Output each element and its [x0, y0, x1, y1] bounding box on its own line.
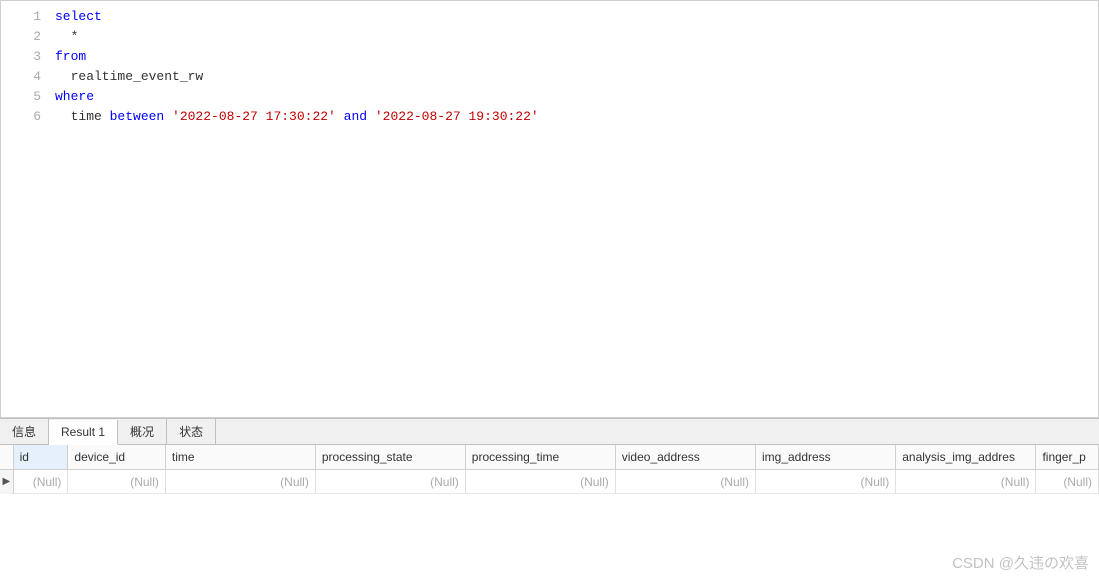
line-gutter: 123456 — [1, 1, 51, 417]
line-number: 4 — [1, 67, 41, 87]
tab-3[interactable]: 状态 — [167, 419, 216, 444]
cell[interactable]: (Null) — [896, 470, 1036, 494]
column-header-device_id[interactable]: device_id — [68, 445, 166, 469]
column-header-img_address[interactable]: img_address — [756, 445, 896, 469]
cell[interactable]: (Null) — [756, 470, 896, 494]
cell[interactable]: (Null) — [616, 470, 756, 494]
cell[interactable]: (Null) — [466, 470, 616, 494]
results-panel: 信息Result 1概况状态 iddevice_idtimeprocessing… — [0, 418, 1099, 581]
result-grid[interactable]: iddevice_idtimeprocessing_stateprocessin… — [0, 445, 1099, 581]
token-kw: where — [55, 89, 94, 104]
line-number: 5 — [1, 87, 41, 107]
column-header-video_address[interactable]: video_address — [616, 445, 756, 469]
token-str: '2022-08-27 17:30:22' — [172, 109, 336, 124]
line-number: 6 — [1, 107, 41, 127]
token-ident: realtime_event_rw — [55, 69, 203, 84]
token-star: * — [55, 29, 78, 44]
code-line[interactable]: from — [55, 47, 1098, 67]
row-indicator: ▶ — [0, 470, 14, 494]
grid-header-row: iddevice_idtimeprocessing_stateprocessin… — [0, 445, 1099, 470]
code-line[interactable]: select — [55, 7, 1098, 27]
cell[interactable]: (Null) — [68, 470, 166, 494]
code-line[interactable]: * — [55, 27, 1098, 47]
code-line[interactable]: time between '2022-08-27 17:30:22' and '… — [55, 107, 1098, 127]
header-corner — [0, 445, 14, 469]
cell[interactable]: (Null) — [166, 470, 316, 494]
line-number: 2 — [1, 27, 41, 47]
token-str: '2022-08-27 19:30:22' — [375, 109, 539, 124]
column-header-analysis_img_addres[interactable]: analysis_img_addres — [896, 445, 1036, 469]
column-header-time[interactable]: time — [166, 445, 316, 469]
tab-2[interactable]: 概况 — [118, 419, 167, 444]
code-area[interactable]: select * from realtime_event_rwwhere time… — [51, 1, 1098, 417]
column-header-finger_p[interactable]: finger_p — [1036, 445, 1099, 469]
line-number: 1 — [1, 7, 41, 27]
tab-1[interactable]: Result 1 — [49, 420, 118, 445]
line-number: 3 — [1, 47, 41, 67]
token-kw: and — [336, 109, 375, 124]
cell[interactable]: (Null) — [1036, 470, 1099, 494]
column-header-processing_state[interactable]: processing_state — [316, 445, 466, 469]
sql-editor[interactable]: 123456 select * from realtime_event_rwwhe… — [0, 0, 1099, 418]
result-tabs: 信息Result 1概况状态 — [0, 419, 1099, 445]
cell[interactable]: (Null) — [316, 470, 466, 494]
column-header-id[interactable]: id — [14, 445, 69, 469]
token-ident: time — [55, 109, 110, 124]
cell[interactable]: (Null) — [14, 470, 69, 494]
tab-0[interactable]: 信息 — [0, 419, 49, 444]
code-line[interactable]: where — [55, 87, 1098, 107]
table-row[interactable]: ▶(Null)(Null)(Null)(Null)(Null)(Null)(Nu… — [0, 470, 1099, 494]
token-kw: between — [110, 109, 172, 124]
code-line[interactable]: realtime_event_rw — [55, 67, 1098, 87]
column-header-processing_time[interactable]: processing_time — [466, 445, 616, 469]
token-kw: select — [55, 9, 102, 24]
token-kw: from — [55, 49, 86, 64]
